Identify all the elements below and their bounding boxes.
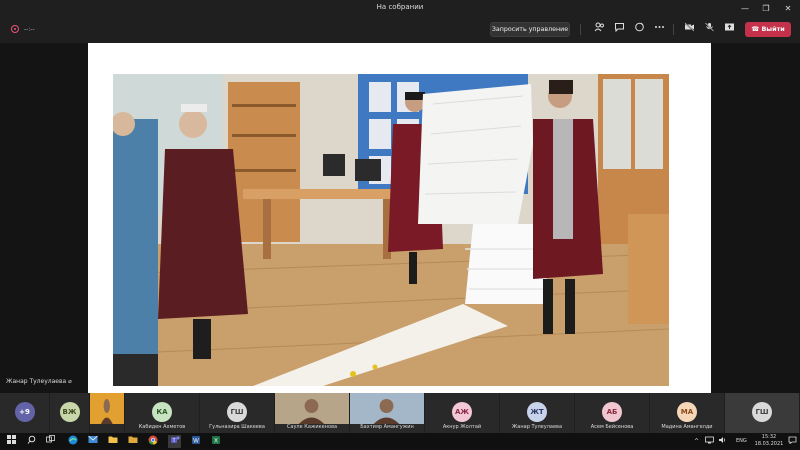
speaker-name-text: Жанар Тулеулаева [6, 378, 67, 385]
share-icon[interactable] [721, 22, 737, 37]
volume-icon[interactable] [716, 435, 729, 448]
edge-icon[interactable] [66, 435, 79, 448]
active-speaker-name: Жанар Тулеулаева ⌀ [6, 378, 72, 385]
participant-video [350, 393, 424, 424]
participant-tile[interactable]: МА Мадина Амангелди [650, 393, 725, 433]
participant-tile[interactable]: КА Кабиден Ахметов [125, 393, 200, 433]
search-icon[interactable] [25, 435, 38, 448]
clock-date: 18.03.2021 [754, 441, 784, 447]
reactions-icon[interactable] [631, 22, 647, 37]
svg-text:W: W [193, 439, 199, 445]
toolbar-divider [580, 24, 581, 35]
participant-name: Асем Бейсенова [590, 424, 634, 430]
participant-avatar: ВЖ [59, 402, 80, 422]
more-icon[interactable] [651, 22, 667, 37]
hangup-icon: ☎ [751, 25, 762, 33]
recording-icon [11, 25, 19, 33]
meeting-timer: --:-- [24, 26, 35, 33]
camera-off-icon[interactable] [681, 22, 697, 37]
request-control-button[interactable]: Запросить управление [490, 22, 570, 37]
participant-tile[interactable]: ЖТ Жанар Тулеулаева [500, 393, 575, 433]
participant-avatar: ГШ [752, 402, 772, 422]
word-icon[interactable]: W [189, 435, 202, 448]
chat-icon[interactable] [611, 22, 627, 37]
participant-video [275, 393, 349, 424]
network-icon[interactable] [703, 435, 716, 448]
mic-muted-icon: ⌀ [68, 378, 72, 385]
participant-name: Сауле Кажикенова [286, 424, 338, 430]
toolbar-divider [673, 24, 674, 35]
system-clock[interactable]: 15:32 18.03.2021 [754, 434, 784, 448]
svg-text:X: X [213, 439, 217, 445]
meeting-stage: Жанар Тулеулаева ⌀ [0, 43, 800, 393]
participant-name: Акнур Жолтай [442, 424, 482, 430]
participant-video [90, 393, 124, 424]
window-title: На собрании [376, 3, 424, 11]
more-participants-badge[interactable]: +9 [14, 402, 35, 422]
shared-photo [113, 74, 669, 386]
participant-avatar: ЖТ [527, 402, 547, 422]
participant-tile[interactable]: АЖ Акнур Жолтай [425, 393, 500, 433]
tray-chevron-icon[interactable]: ^ [690, 435, 703, 448]
people-icon[interactable] [591, 22, 607, 37]
explorer-icon[interactable] [126, 435, 139, 448]
clock-time: 15:32 [761, 434, 777, 440]
excel-icon[interactable]: X [209, 435, 222, 448]
participant-avatar: КА [152, 402, 172, 422]
window-titlebar: На собрании — ❐ ✕ [0, 0, 800, 17]
participant-name: Кабиден Ахметов [138, 424, 186, 430]
explorer-icon[interactable] [106, 435, 119, 448]
participant-name: Бахтияр Амангужин [360, 424, 414, 430]
participant-name: Мадина Амангелди [661, 424, 713, 430]
participant-name: Гульназира Шакеева [209, 424, 265, 430]
leave-button[interactable]: ☎ Выйти [745, 22, 791, 37]
participant-tile[interactable]: ВЖ [50, 393, 90, 433]
teams-icon[interactable]: T [168, 435, 181, 448]
maximize-button[interactable]: ❐ [756, 0, 776, 17]
participant-name: Жанар Тулеулаева [511, 424, 563, 430]
chrome-icon[interactable] [146, 435, 159, 448]
task-view-icon[interactable] [44, 435, 57, 448]
participant-tile[interactable]: АБ Асем Бейсенова [575, 393, 650, 433]
participant-avatar: МА [677, 402, 697, 422]
language-indicator[interactable]: ENG [736, 438, 747, 444]
notifications-icon[interactable] [786, 435, 799, 448]
participant-tile[interactable]: Бахтияр Амангужин [350, 393, 425, 433]
close-window-button[interactable]: ✕ [778, 0, 798, 17]
leave-label: Выйти [761, 25, 785, 33]
meeting-toolbar: --:-- Запросить управление ☎ Выйти [0, 17, 800, 43]
participant-tile[interactable] [90, 393, 125, 433]
participant-avatar: АЖ [452, 402, 472, 422]
shared-screen [88, 43, 711, 393]
participant-tile[interactable]: ГШ Гульназира Шакеева [200, 393, 275, 433]
participant-avatar: АБ [602, 402, 622, 422]
windows-icon[interactable] [5, 435, 18, 448]
minimize-button[interactable]: — [735, 0, 755, 17]
participant-avatar: ГШ [227, 402, 247, 422]
participant-tile[interactable]: ГШ [725, 393, 800, 433]
windows-taskbar: T W X ^ ENG 15:32 18.03.2021 [0, 433, 800, 450]
mail-icon[interactable] [86, 435, 99, 448]
participant-tile[interactable]: Сауле Кажикенова [275, 393, 350, 433]
participant-tile[interactable]: +9 [0, 393, 50, 433]
participants-strip: +9 ВЖ КА Кабиден Ахметов ГШ Гульназира Шакеев… [0, 393, 800, 433]
svg-text:T: T [172, 438, 175, 444]
mic-off-icon[interactable] [701, 22, 717, 37]
